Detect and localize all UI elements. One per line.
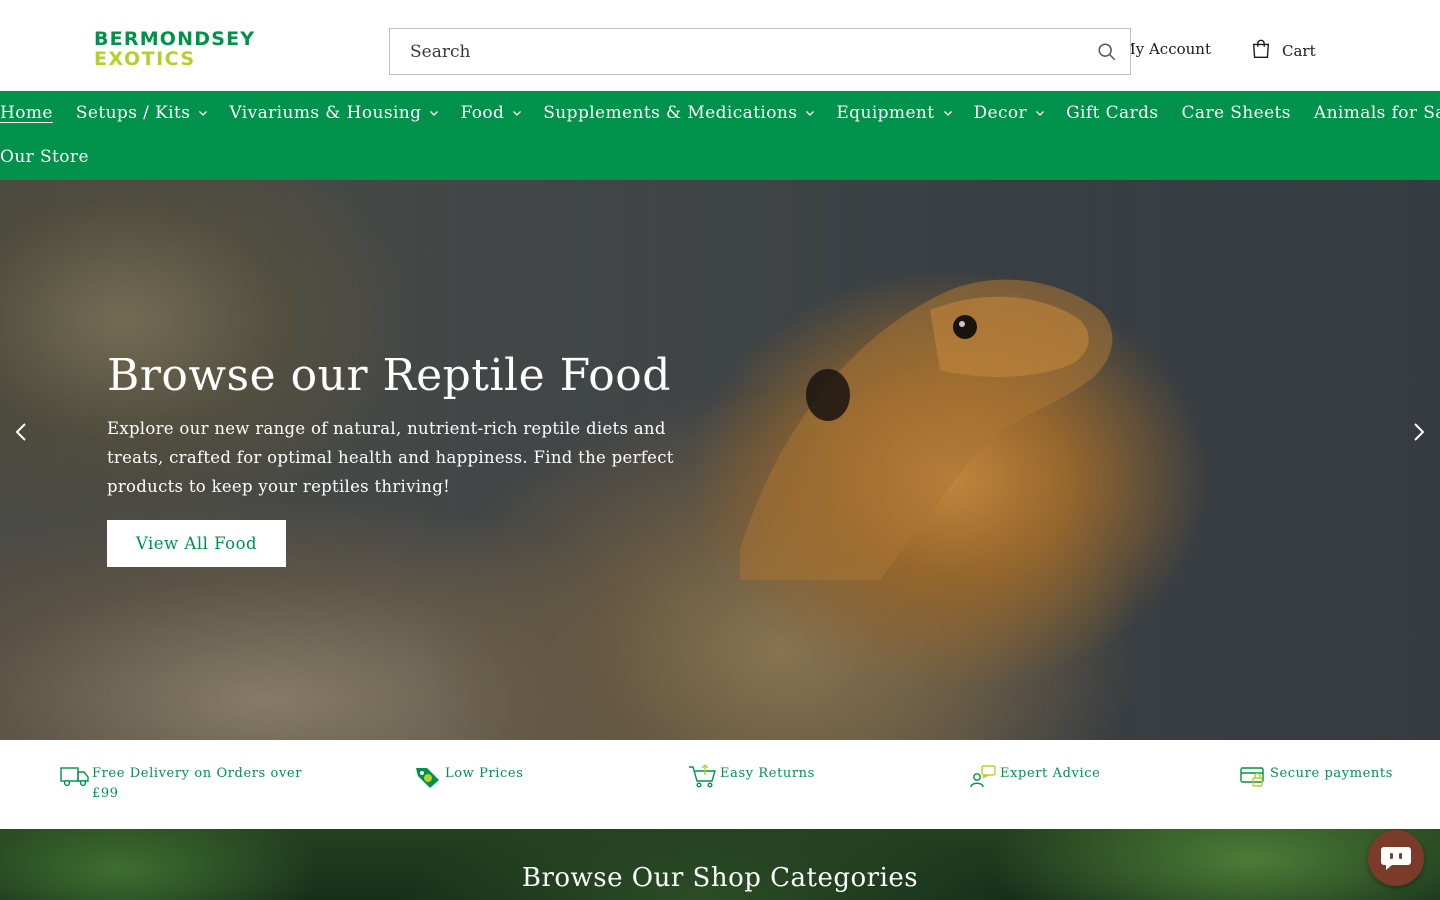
hero-title: Browse our Reptile Food <box>107 350 671 401</box>
nav-label: Supplements & Medications <box>543 103 798 123</box>
chevron-down-icon <box>1036 111 1045 116</box>
returns-cart-icon <box>689 764 716 788</box>
nav-item-care-sheets[interactable]: Care Sheets <box>1182 103 1291 123</box>
chevron-down-icon <box>943 111 952 116</box>
expert-advice-icon <box>970 765 996 788</box>
nav-label: Animals for Sale <box>1313 103 1440 123</box>
categories-heading: Browse Our Shop Categories <box>521 863 919 893</box>
nav-label: Decor <box>973 103 1028 123</box>
benefit-label: Secure payments <box>1270 766 1393 781</box>
nav-label: Vivariums & Housing <box>229 103 422 123</box>
nav-label: Care Sheets <box>1181 103 1291 123</box>
nav-item-home[interactable]: Home <box>0 103 53 123</box>
chevron-down-icon <box>513 111 522 116</box>
nav-row-1: Home Setups / Kits Vivariums & Housing F… <box>0 91 1440 135</box>
price-tag-icon <box>416 768 439 788</box>
nav-item-decor[interactable]: Decor <box>974 103 1046 123</box>
benefit-label: Free Delivery on Orders over £99 <box>92 766 303 801</box>
benefit-item: Low Prices <box>413 764 523 788</box>
nav-label: Setups / Kits <box>75 103 191 123</box>
nav-item-gift-cards[interactable]: Gift Cards <box>1066 103 1158 123</box>
benefit-item: Secure payments <box>1238 764 1393 788</box>
benefit-label: Easy Returns <box>720 766 815 781</box>
view-all-food-button[interactable]: View All Food <box>107 520 286 567</box>
cart-label: Cart <box>1282 42 1316 60</box>
shopping-bag-icon <box>1250 38 1272 64</box>
nav-item-animals-for-sale[interactable]: Animals for Sale <box>1314 103 1440 123</box>
nav-item-supplements-medications[interactable]: Supplements & Medications <box>543 103 815 123</box>
main-navigation: Home Setups / Kits Vivariums & Housing F… <box>0 91 1440 180</box>
benefit-label: Expert Advice <box>1000 766 1101 781</box>
benefit-item: Free Delivery on Orders over £99 <box>60 764 320 804</box>
nav-label: Home <box>0 103 53 123</box>
nav-label: Equipment <box>836 103 935 123</box>
chat-icon <box>1381 847 1411 870</box>
hero-slideshow: Browse our Reptile Food Explore our new … <box>0 180 1440 740</box>
site-header: BERMONDSEY EXOTICS My Account Cart <box>0 0 1440 91</box>
nav-item-equipment[interactable]: Equipment <box>836 103 952 123</box>
cart-link[interactable]: Cart <box>1250 38 1316 64</box>
benefit-item: Expert Advice <box>968 764 1100 788</box>
delivery-truck-icon <box>60 767 89 787</box>
chevron-down-icon <box>430 111 439 116</box>
nav-item-vivariums-housing[interactable]: Vivariums & Housing <box>229 103 439 123</box>
shop-categories-section: Browse Our Shop Categories <box>0 829 1440 900</box>
chevron-left-icon[interactable] <box>10 420 34 444</box>
benefit-item: Easy Returns <box>688 764 815 788</box>
chat-widget-button[interactable] <box>1368 830 1424 886</box>
chevron-right-icon[interactable] <box>1406 420 1430 444</box>
logo-line-2: EXOTICS <box>94 48 196 70</box>
benefit-label: Low Prices <box>445 766 524 781</box>
nav-item-our-store[interactable]: Our Store <box>0 147 89 167</box>
hero-description: Explore our new range of natural, nutrie… <box>107 419 674 496</box>
logo-line-1: BERMONDSEY <box>94 28 256 50</box>
search-icon[interactable] <box>1096 41 1118 63</box>
nav-label: Gift Cards <box>1066 103 1159 123</box>
chevron-down-icon <box>806 111 815 116</box>
nav-item-food[interactable]: Food <box>460 103 522 123</box>
nav-label: Our Store <box>0 147 89 167</box>
nav-label: Food <box>460 103 505 123</box>
search-bar <box>389 28 1131 75</box>
benefits-bar: Free Delivery on Orders over £99 Low Pri… <box>0 740 1440 829</box>
chevron-down-icon <box>199 111 208 116</box>
account-link[interactable]: My Account <box>1131 40 1211 58</box>
site-logo[interactable]: BERMONDSEY EXOTICS <box>94 30 266 70</box>
search-input[interactable] <box>390 29 1070 74</box>
secure-payment-icon <box>1240 767 1264 787</box>
nav-item-setups-kits[interactable]: Setups / Kits <box>76 103 209 123</box>
nav-row-2: Our Store <box>0 135 89 179</box>
